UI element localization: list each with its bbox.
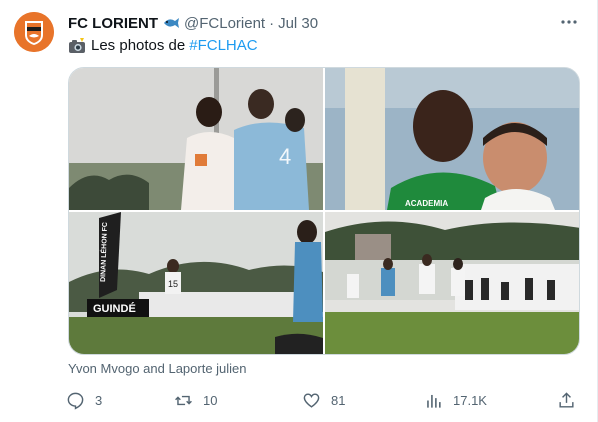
- views-button[interactable]: 17.1K: [424, 388, 487, 412]
- like-button[interactable]: 81: [302, 388, 345, 412]
- retweet-button[interactable]: 10: [174, 388, 217, 412]
- jersey-number: 15: [168, 279, 178, 289]
- author-handle[interactable]: @FCLorient: [184, 15, 265, 32]
- author-name[interactable]: FC LORIENT: [68, 15, 158, 32]
- photo-2[interactable]: ACADEMIA: [325, 68, 579, 210]
- reply-count: 3: [95, 392, 103, 408]
- retweet-icon: [175, 395, 192, 405]
- retweet-count: 10: [203, 392, 218, 408]
- avatar[interactable]: [14, 12, 54, 52]
- reply-button[interactable]: 3: [66, 388, 102, 412]
- tweet-header: FC LORIENT @FCLorient · Jul 30: [68, 12, 581, 34]
- reply-icon: [67, 392, 84, 410]
- photo-1[interactable]: 4: [69, 68, 323, 210]
- hashtag-link[interactable]: #FCLHAC: [189, 36, 257, 56]
- tweet-body: Les photos de: [91, 37, 186, 54]
- photo-4[interactable]: [325, 212, 579, 354]
- heart-icon: [303, 392, 320, 408]
- tweet-container[interactable]: FC LORIENT @FCLorient · Jul 30 Les photo…: [0, 0, 598, 422]
- shirt-sponsor-text: ACADEMIA: [405, 199, 448, 208]
- fish-emoji-icon: [162, 16, 180, 30]
- share-button[interactable]: [557, 388, 576, 412]
- media-caption: Yvon Mvogo and Laporte julien: [68, 361, 247, 376]
- tweet-text: Les photos de #FCLHAC: [68, 36, 581, 56]
- tweet-actions: 3 10 81 17.1K: [62, 388, 582, 412]
- tweet-date[interactable]: Jul 30: [278, 15, 318, 32]
- board-text: GUINDÉ: [93, 302, 136, 315]
- views-chart-icon: [427, 394, 441, 408]
- more-horizontal-icon[interactable]: [557, 10, 581, 34]
- photo-grid: 4 ACADEMIA GUINDÉ DINAN LÉHON FC 15: [68, 67, 580, 355]
- views-count: 17.1K: [453, 392, 487, 408]
- photo-3[interactable]: GUINDÉ DINAN LÉHON FC 15: [69, 212, 323, 354]
- share-icon: [559, 391, 574, 408]
- like-count: 81: [331, 392, 346, 408]
- separator-dot: ·: [269, 14, 275, 32]
- camera-flash-icon: [68, 38, 86, 54]
- svg-text:4: 4: [279, 144, 291, 169]
